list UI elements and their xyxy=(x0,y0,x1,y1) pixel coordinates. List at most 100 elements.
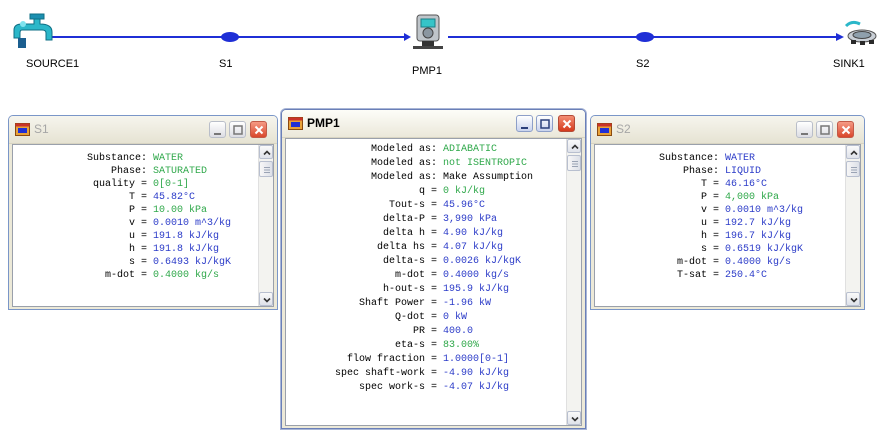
close-icon xyxy=(562,119,572,129)
property-row: PR = 400.0 xyxy=(286,325,581,338)
scroll-down-button[interactable] xyxy=(846,292,860,306)
vertical-scrollbar[interactable] xyxy=(845,145,860,306)
window-s2-titlebar[interactable]: S2 xyxy=(591,116,864,144)
node-label-s2[interactable]: S2 xyxy=(636,58,649,70)
property-value[interactable]: 46.16°C xyxy=(725,178,767,191)
property-value[interactable]: -4.07 kJ/kg xyxy=(443,381,509,394)
property-value[interactable]: 192.7 kJ/kg xyxy=(725,217,791,230)
property-value[interactable]: 83.00% xyxy=(443,339,479,352)
property-value[interactable]: -1.96 kW xyxy=(443,297,491,310)
property-value[interactable]: 45.96°C xyxy=(443,199,485,212)
property-value[interactable]: 4.90 kJ/kg xyxy=(443,227,503,240)
vertical-scrollbar[interactable] xyxy=(258,145,273,306)
property-row: h-out-s = 195.9 kJ/kg xyxy=(286,283,581,296)
property-value[interactable]: WATER xyxy=(725,152,755,165)
property-value[interactable]: 196.7 kJ/kg xyxy=(725,230,791,243)
scroll-up-button[interactable] xyxy=(259,145,273,159)
property-value[interactable]: Make Assumption xyxy=(443,171,533,184)
window-pmp1-titlebar[interactable]: PMP1 xyxy=(282,110,585,138)
property-value[interactable]: ADIABATIC xyxy=(443,143,497,156)
property-label: Modeled as: xyxy=(370,172,437,183)
minimize-icon xyxy=(801,133,808,135)
property-label: Modeled as: xyxy=(370,158,437,169)
property-row: Modeled as: not ISENTROPIC xyxy=(286,157,581,170)
maximize-button[interactable] xyxy=(816,121,833,138)
property-row: u = 191.8 kJ/kg xyxy=(13,230,273,243)
scroll-up-button[interactable] xyxy=(567,139,581,153)
property-value[interactable]: not ISENTROPIC xyxy=(443,157,527,170)
property-value[interactable]: 0 kW xyxy=(443,311,467,324)
stream-marker-s2[interactable] xyxy=(636,32,654,42)
property-value[interactable]: 250.4°C xyxy=(725,269,767,282)
property-row: Shaft Power = -1.96 kW xyxy=(286,297,581,310)
minimize-button[interactable] xyxy=(516,115,533,132)
window-s1-content[interactable]: Substance: WATER Phase: SATURATED quality = 0… xyxy=(12,144,274,307)
property-value[interactable]: 10.00 kPa xyxy=(153,204,207,217)
pump-icon[interactable] xyxy=(413,14,443,49)
property-value[interactable]: 191.8 kJ/kg xyxy=(153,243,219,256)
property-value[interactable]: 0.0010 m^3/kg xyxy=(153,217,231,230)
sink-drain-icon[interactable] xyxy=(844,20,877,45)
close-button[interactable] xyxy=(558,115,575,132)
scroll-down-button[interactable] xyxy=(259,292,273,306)
node-label-source1[interactable]: SOURCE1 xyxy=(26,58,79,70)
maximize-button[interactable] xyxy=(229,121,246,138)
property-value[interactable]: -4.90 kJ/kg xyxy=(443,367,509,380)
minimize-button[interactable] xyxy=(796,121,813,138)
close-button[interactable] xyxy=(837,121,854,138)
property-label: eta-s = xyxy=(394,340,437,351)
scroll-up-arrow-icon xyxy=(850,150,858,156)
node-label-pmp1[interactable]: PMP1 xyxy=(412,65,442,77)
property-value[interactable]: 0[0-1] xyxy=(153,178,189,191)
scrollbar-thumb[interactable] xyxy=(259,161,273,177)
window-s1[interactable]: S1 Substance: WATER Phase: SATURATED quality… xyxy=(8,115,278,310)
close-button[interactable] xyxy=(250,121,267,138)
property-value[interactable]: 3,990 kPa xyxy=(443,213,497,226)
property-value[interactable]: 0.4000 kg/s xyxy=(153,269,219,282)
node-label-s1[interactable]: S1 xyxy=(219,58,232,70)
property-value[interactable]: LIQUID xyxy=(725,165,761,178)
maximize-button[interactable] xyxy=(536,115,553,132)
property-label: m-dot = xyxy=(676,257,719,268)
grip-icon xyxy=(851,167,857,173)
minimize-button[interactable] xyxy=(209,121,226,138)
property-label: m-dot = xyxy=(104,270,147,281)
window-s2-content[interactable]: Substance: WATER Phase: LIQUID T = 46.16°C P =… xyxy=(594,144,861,307)
scroll-down-button[interactable] xyxy=(567,411,581,425)
property-value[interactable]: 45.82°C xyxy=(153,191,195,204)
scrollbar-thumb[interactable] xyxy=(846,161,860,177)
property-value[interactable]: 0.6519 kJ/kgK xyxy=(725,243,803,256)
property-value[interactable]: 191.8 kJ/kg xyxy=(153,230,219,243)
property-label: Modeled as: xyxy=(370,144,437,155)
property-value[interactable]: 0.6493 kJ/kgK xyxy=(153,256,231,269)
maximize-icon xyxy=(233,125,243,135)
scroll-up-button[interactable] xyxy=(846,145,860,159)
property-label: Tout-s = xyxy=(388,200,437,211)
node-label-sink1[interactable]: SINK1 xyxy=(833,58,865,70)
vertical-scrollbar[interactable] xyxy=(566,139,581,425)
stream-marker-s1[interactable] xyxy=(221,32,239,42)
property-value[interactable]: 4,000 kPa xyxy=(725,191,779,204)
property-row: Tout-s = 45.96°C xyxy=(286,199,581,212)
property-value[interactable]: SATURATED xyxy=(153,165,207,178)
grip-icon xyxy=(264,167,270,173)
property-value[interactable]: 0.4000 kg/s xyxy=(725,256,791,269)
property-value[interactable]: 0 kJ/kg xyxy=(443,185,485,198)
property-value[interactable]: 1.0000[0-1] xyxy=(443,353,509,366)
property-value[interactable]: 400.0 xyxy=(443,325,473,338)
window-pmp1-title: PMP1 xyxy=(307,116,340,130)
property-value[interactable]: 0.0026 kJ/kgK xyxy=(443,255,521,268)
property-value[interactable]: 0.0010 m^3/kg xyxy=(725,204,803,217)
property-row: Substance: WATER xyxy=(595,152,860,165)
property-value[interactable]: 195.9 kJ/kg xyxy=(443,283,509,296)
scrollbar-thumb[interactable] xyxy=(567,155,581,171)
window-s1-titlebar[interactable]: S1 xyxy=(9,116,277,144)
faucet-icon[interactable] xyxy=(13,13,53,48)
window-pmp1-content[interactable]: Modeled as: ADIABATIC Modeled as: not ISENT… xyxy=(285,138,582,426)
arrowhead-s1 xyxy=(404,33,411,41)
property-value[interactable]: 4.07 kJ/kg xyxy=(443,241,503,254)
window-pmp1[interactable]: PMP1 Modeled as: ADIABATIC Modeled as: not … xyxy=(281,109,586,429)
property-value[interactable]: 0.4000 kg/s xyxy=(443,269,509,282)
property-value[interactable]: WATER xyxy=(153,152,183,165)
window-s2[interactable]: S2 Substance: WATER Phase: LIQUID T = 46.16°C… xyxy=(590,115,865,310)
